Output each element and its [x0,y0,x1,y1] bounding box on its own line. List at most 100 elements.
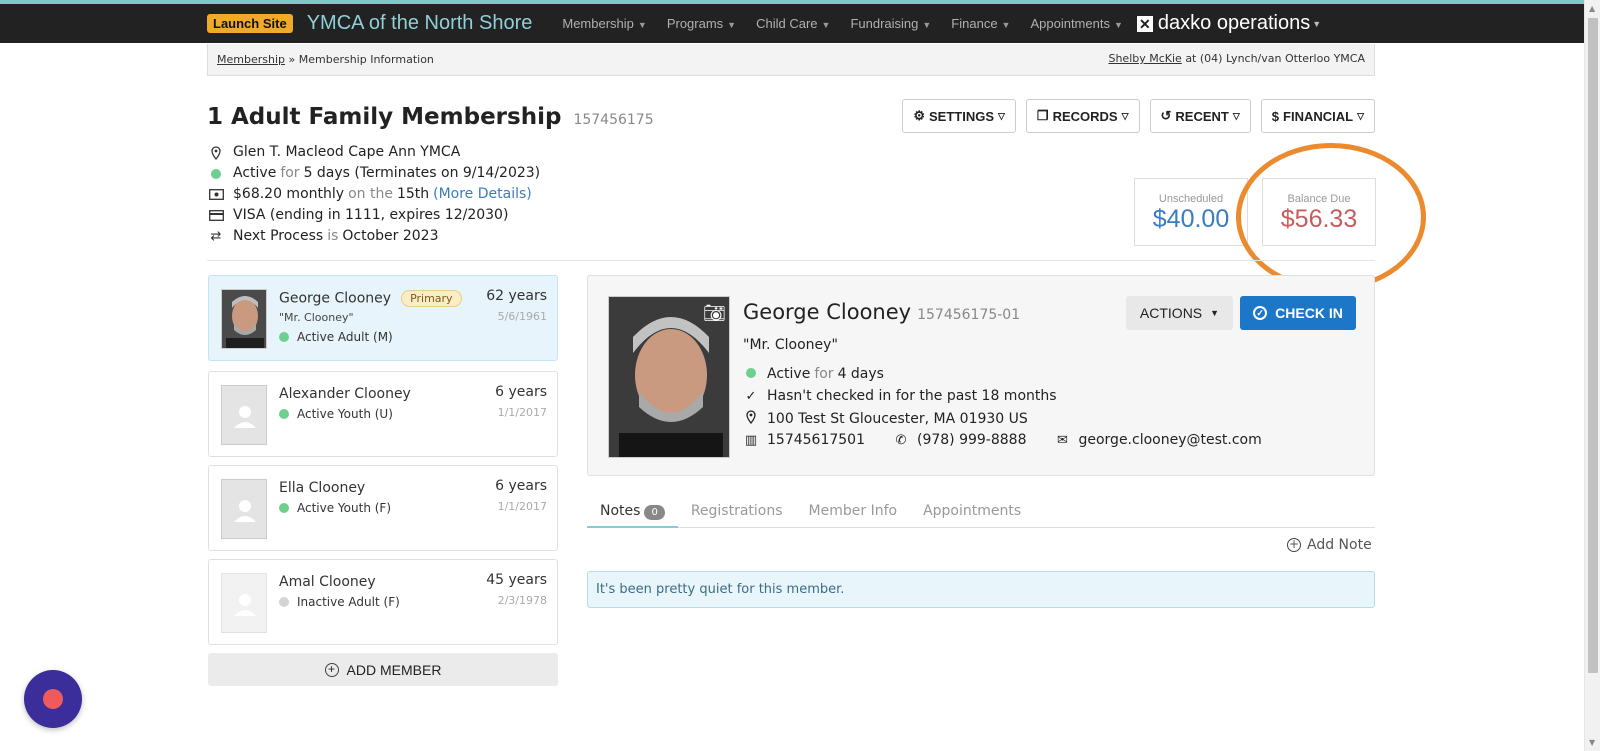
nav-appointments[interactable]: Appointments ▼ [1030,16,1122,31]
next-process-date: October 2023 [342,228,439,244]
chat-widget-button[interactable] [24,670,82,728]
phone-group: ✆ (978) 999-8888 [893,432,1027,448]
member-age: 62 years [486,288,547,304]
recent-button[interactable]: ↺ RECENT ▽ [1149,99,1251,133]
detail-email[interactable]: george.clooney@test.com [1078,432,1261,448]
checkin-note: Hasn't checked in for the past 18 months [767,388,1057,404]
unscheduled-label: Unscheduled [1158,193,1224,205]
actions-button[interactable]: ACTIONS ▼ [1126,296,1233,330]
status-dot [279,409,289,419]
member-name: Alexander Clooney [279,386,411,402]
nav-fundraising[interactable]: Fundraising ▼ [850,16,931,31]
member-detail-name: George Clooney 157456175-01 [743,300,1020,324]
scrollbar-thumb[interactable] [1588,18,1598,673]
add-note-button[interactable]: + Add Note [1287,537,1372,553]
plus-circle-icon: + [324,662,339,677]
financial-button[interactable]: $ FINANCIAL ▽ [1260,99,1375,133]
tab-notes[interactable]: Notes 0 [587,500,678,528]
tab-notes-label: Notes [600,503,641,519]
member-photo-large[interactable]: 📷︎ [608,296,730,458]
detail-phone[interactable]: (978) 999-8888 [917,432,1027,448]
detail-checkin-row: ✓ Hasn't checked in for the past 18 mont… [743,388,1057,404]
unscheduled-box[interactable]: Unscheduled $40.00 [1134,178,1248,246]
member-age: 45 years [486,572,547,588]
breadcrumb-separator: » [288,53,296,66]
member-status-text: Active Youth (F) [297,501,392,515]
settings-button[interactable]: ⚙ SETTINGS ▽ [902,99,1016,133]
scroll-up-icon[interactable]: ▲ [1589,4,1595,13]
brand-menu[interactable]: ✕ daxko operations ▼ [1136,12,1321,35]
member-card-george[interactable]: George Clooney Primary "Mr. Clooney" Acti… [208,275,558,361]
member-status-text: Active Youth (U) [297,407,393,421]
empty-notes-message: It's been pretty quiet for this member. [587,571,1375,608]
member-nickname: "Mr. Clooney" [279,311,354,324]
is-word: is [327,228,339,244]
recurring-arrows-icon: ⇄ [210,229,222,244]
nav-membership[interactable]: Membership ▼ [562,16,646,31]
camera-icon[interactable]: 📷︎ [703,303,726,324]
breadcrumb: Membership » Membership Information Shel… [207,44,1375,76]
recent-label: RECENT [1175,108,1229,124]
divider [207,260,1375,261]
member-name-text: George Clooney [279,290,392,307]
member-status: Active Youth (U) [279,407,393,421]
billing-row: $68.20 monthly on the 15th (More Details… [207,184,540,205]
membership-toolbar: ⚙ SETTINGS ▽ ❐ RECORDS ▽ ↺ RECENT ▽ $ FINANCIAL… [902,99,1375,133]
chevron-down-icon: ▼ [1113,20,1123,30]
actions-label: ACTIONS [1139,305,1203,321]
launch-site-button[interactable]: Launch Site [207,14,293,33]
vertical-scrollbar[interactable]: ▲ ▼ [1584,0,1600,751]
chevron-down-icon: ▼ [637,20,647,30]
member-name: Ella Clooney [279,480,366,496]
tab-registrations[interactable]: Registrations [678,500,796,528]
credit-card-icon [207,210,225,221]
nav-programs[interactable]: Programs ▼ [667,16,736,31]
breadcrumb-current: Membership Information [298,53,434,66]
check-in-label: CHECK IN [1275,305,1343,321]
history-icon: ↺ [1160,108,1172,123]
nav-child-care[interactable]: Child Care ▼ [756,16,830,31]
branch-row: Glen T. Macleod Cape Ann YMCA [207,142,540,163]
chat-indicator-icon [43,689,63,709]
membership-status: Active [233,165,277,181]
tab-member-info[interactable]: Member Info [796,500,911,528]
more-details-link[interactable]: (More Details) [433,184,532,205]
user-link[interactable]: Shelby McKie [1108,52,1181,65]
detail-status: Active [767,366,811,382]
chevron-down-icon: ▽ [1357,110,1364,121]
billing-day: 15th [396,186,430,202]
member-card-alexander[interactable]: Alexander Clooney Active Youth (U) 6 yea… [208,371,558,457]
scroll-down-icon[interactable]: ▼ [1589,738,1595,747]
primary-badge: Primary [401,290,462,307]
next-process-row: ⇄ Next Process is October 2023 [207,226,540,247]
add-note-label: Add Note [1307,537,1372,553]
breadcrumb-membership-link[interactable]: Membership [217,53,285,66]
map-pin-icon [207,145,225,160]
phone-icon: ✆ [895,432,907,448]
detail-status-row: Active for 4 days [743,366,884,382]
tab-appointments[interactable]: Appointments [910,500,1034,528]
member-status: Active Youth (F) [279,501,391,515]
member-card-amal[interactable]: Amal Clooney Inactive Adult (F) 45 years… [208,559,558,645]
gear-icon: ⚙ [913,108,925,123]
org-name[interactable]: YMCA of the North Shore [307,12,533,35]
user-location: at (04) Lynch/van Otterloo YMCA [1185,52,1365,65]
nav-membership-label: Membership [562,16,634,31]
nav-menu: Membership ▼ Programs ▼ Child Care ▼ Fundra… [562,16,1143,31]
financial-label: FINANCIAL [1283,108,1354,124]
chevron-down-icon: ▼ [821,20,831,30]
member-detail-nickname: "Mr. Clooney" [743,337,838,353]
billing-amount: $68.20 monthly [233,186,345,202]
chevron-down-icon: ▽ [998,110,1005,121]
status-dot [279,332,289,342]
member-card-ella[interactable]: Ella Clooney Active Youth (F) 6 years 1/… [208,465,558,551]
member-dob: 1/1/2017 [497,406,547,419]
check-in-button[interactable]: ✓ CHECK IN [1240,296,1356,330]
dollar-icon: $ [1271,108,1280,124]
add-member-button[interactable]: + ADD MEMBER [208,653,558,686]
add-member-label: ADD MEMBER [346,661,442,678]
nav-finance[interactable]: Finance ▼ [951,16,1010,31]
records-button[interactable]: ❐ RECORDS ▽ [1025,99,1140,133]
status-dot [279,597,289,607]
avatar-placeholder-icon [221,573,267,633]
